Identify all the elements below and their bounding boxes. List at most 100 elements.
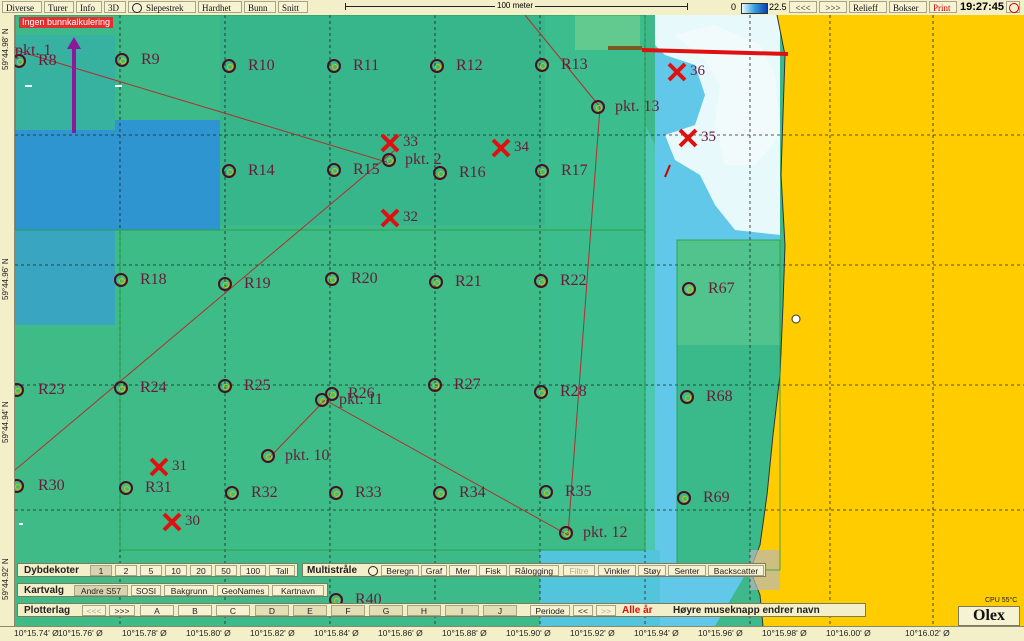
periode-button[interactable]: Periode <box>530 605 570 616</box>
marker-r18-icon[interactable] <box>114 273 128 287</box>
menu-info[interactable]: Info <box>76 1 102 13</box>
cross-marker-34-icon[interactable] <box>491 138 511 158</box>
layer-j[interactable]: J <box>483 605 517 616</box>
multibeam-indicator-icon[interactable] <box>368 566 378 576</box>
marker-r24-icon[interactable] <box>114 381 128 395</box>
marker-r28-icon[interactable] <box>534 385 548 399</box>
top-toolbar: Diverse Turer Info 3D Slepestrek Hardhet… <box>0 0 1024 16</box>
marker-r10-icon[interactable] <box>222 59 236 73</box>
marker-r69-icon[interactable] <box>677 491 691 505</box>
menu-diverse[interactable]: Diverse <box>2 1 42 13</box>
multistraale-mer[interactable]: Mer <box>449 565 477 576</box>
menu-turer[interactable]: Turer <box>44 1 74 13</box>
cross-marker-32-icon[interactable] <box>380 208 400 228</box>
multistraale-backscatter[interactable]: Backscatter <box>708 565 764 576</box>
layer-e[interactable]: E <box>293 605 327 616</box>
compass-icon[interactable] <box>1006 1 1020 13</box>
lon-tick: 10°16.00' Ø <box>826 628 871 638</box>
nav-forward-button[interactable]: >>> <box>819 1 847 13</box>
waypoint-pkt12-icon[interactable] <box>559 526 573 540</box>
layer-h[interactable]: H <box>407 605 441 616</box>
multistraale-fisk[interactable]: Fisk <box>479 565 507 576</box>
cross-marker-35-icon[interactable] <box>678 128 698 148</box>
layer-a[interactable]: A <box>140 605 174 616</box>
boxes-button[interactable]: Bokser <box>889 1 927 13</box>
menu-3d[interactable]: 3D <box>104 1 126 13</box>
print-button[interactable]: Print <box>929 1 957 13</box>
marker-r34-icon[interactable] <box>433 486 447 500</box>
plotterlag-next[interactable]: >>> <box>109 605 135 616</box>
depth-contour-10[interactable]: 10 <box>165 565 187 576</box>
relief-button[interactable]: Relieff <box>849 1 887 13</box>
kartvalg-kartnavn[interactable]: Kartnavn <box>272 585 324 596</box>
marker-label: R11 <box>353 57 380 74</box>
dybdekoter-panel: Dybdekoter 1 2 5 10 20 50 100 Tall <box>17 563 298 577</box>
depth-contour-tall[interactable]: Tall <box>269 565 295 576</box>
waypoint-pkt13-icon[interactable] <box>591 100 605 114</box>
waypoint-pkt10-icon[interactable] <box>261 449 275 463</box>
marker-r67-icon[interactable] <box>682 282 696 296</box>
kartvalg-geonames[interactable]: GeoNames <box>217 585 269 596</box>
multistraale-graf[interactable]: Graf <box>421 565 447 576</box>
marker-r19-icon[interactable] <box>218 277 232 291</box>
marker-center-dot <box>544 490 550 496</box>
multistraale-senter[interactable]: Senter <box>668 565 706 576</box>
marker-r12-icon[interactable] <box>430 59 444 73</box>
multistraale-beregn[interactable]: Beregn <box>381 565 419 576</box>
marker-r32-icon[interactable] <box>225 486 239 500</box>
multistraale-ralogging[interactable]: Rålogging <box>509 565 559 576</box>
layer-f[interactable]: F <box>331 605 365 616</box>
marker-r11-icon[interactable] <box>327 59 341 73</box>
layer-g[interactable]: G <box>369 605 403 616</box>
menu-bunn[interactable]: Bunn <box>244 1 276 13</box>
marker-r68-icon[interactable] <box>680 390 694 404</box>
layer-i[interactable]: I <box>445 605 479 616</box>
menu-slepestrek[interactable]: Slepestrek <box>128 1 196 13</box>
kartvalg-andre-s57[interactable]: Andre S57 <box>74 585 128 596</box>
chart-map[interactable]: Ingen bunnkalkulering R8 R9 R10 R11 R12 R13 R1… <box>15 15 1024 626</box>
menu-hardhet[interactable]: Hardhet <box>198 1 242 13</box>
depth-contour-5[interactable]: 5 <box>140 565 162 576</box>
marker-r13-icon[interactable] <box>535 58 549 72</box>
layer-c[interactable]: C <box>216 605 250 616</box>
menu-snitt[interactable]: Snitt <box>278 1 308 13</box>
multistraale-vinkler[interactable]: Vinkler <box>598 565 636 576</box>
multistraale-stoy[interactable]: Støy <box>638 565 666 576</box>
kartvalg-sosi[interactable]: SOSI <box>131 585 161 596</box>
marker-center-dot <box>330 277 336 283</box>
lon-tick: 10°15.88' Ø <box>442 628 487 638</box>
nav-back-button[interactable]: <<< <box>789 1 817 13</box>
depth-contour-1[interactable]: 1 <box>90 565 112 576</box>
cross-marker-33-icon[interactable] <box>380 133 400 153</box>
marker-r25-icon[interactable] <box>218 379 232 393</box>
marker-label: R23 <box>38 381 65 398</box>
marker-r33-icon[interactable] <box>329 486 343 500</box>
marker-r21-icon[interactable] <box>429 275 443 289</box>
waypoint-pkt11-icon[interactable] <box>315 393 329 407</box>
marker-r14-icon[interactable] <box>222 164 236 178</box>
depth-contour-100[interactable]: 100 <box>240 565 266 576</box>
longitude-ruler: 10°15.74' Ø 10°15.76' Ø 10°15.78' Ø 10°1… <box>0 626 1024 641</box>
marker-r27-icon[interactable] <box>428 378 442 392</box>
waypoint-pkt2-icon[interactable] <box>382 153 396 167</box>
marker-r20-icon[interactable] <box>325 272 339 286</box>
kartvalg-bakgrunn[interactable]: Bakgrunn <box>164 585 214 596</box>
lon-tick: 10°15.94' Ø <box>634 628 679 638</box>
cross-marker-31-icon[interactable] <box>149 457 169 477</box>
marker-r31-icon[interactable] <box>119 481 133 495</box>
marker-r17-icon[interactable] <box>535 164 549 178</box>
layer-b[interactable]: B <box>178 605 212 616</box>
depth-contour-20[interactable]: 20 <box>190 565 212 576</box>
marker-r35-icon[interactable] <box>539 485 553 499</box>
layer-d[interactable]: D <box>255 605 289 616</box>
cross-marker-30-icon[interactable] <box>162 512 182 532</box>
cross-marker-36-icon[interactable] <box>667 62 687 82</box>
waypoint-label: pkt. 13 <box>615 98 660 115</box>
marker-r22-icon[interactable] <box>534 274 548 288</box>
marker-r9-icon[interactable] <box>115 53 129 67</box>
periode-back[interactable]: << <box>573 605 593 616</box>
marker-label: R35 <box>565 483 592 500</box>
depth-contour-50[interactable]: 50 <box>215 565 237 576</box>
depth-contour-2[interactable]: 2 <box>115 565 137 576</box>
marker-r15-icon[interactable] <box>327 163 341 177</box>
